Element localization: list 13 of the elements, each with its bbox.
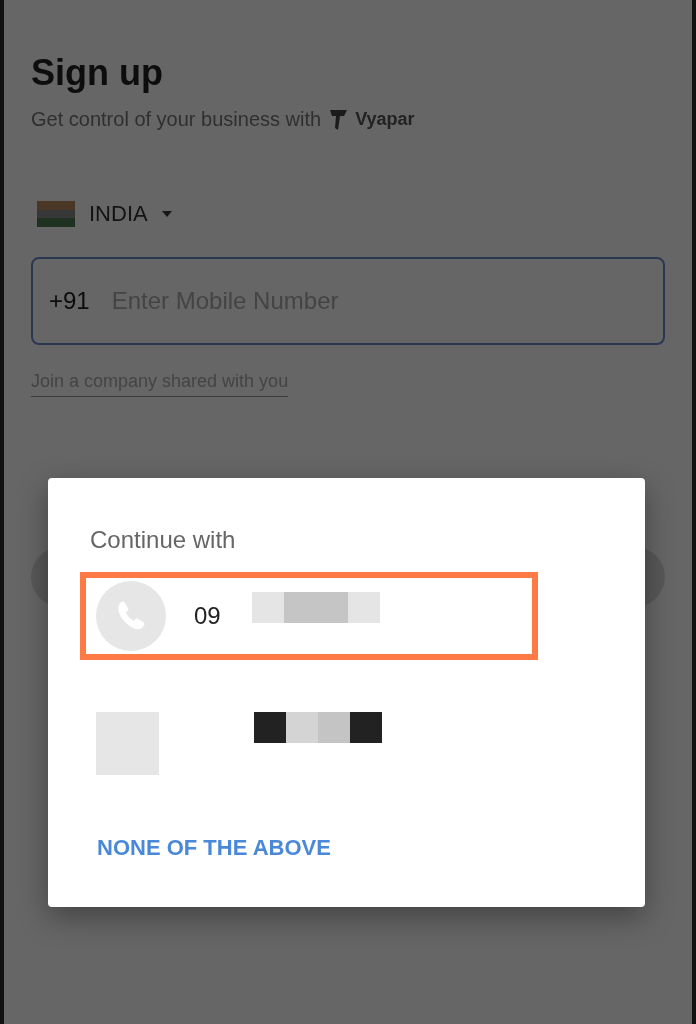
avatar-placeholder xyxy=(96,712,159,775)
brand-name: Vyapar xyxy=(355,109,415,130)
caret-icon xyxy=(161,211,172,217)
phone-number: 09 xyxy=(194,602,222,630)
logo-icon xyxy=(329,108,350,131)
flag-icon xyxy=(37,201,75,227)
dialog-title: Continue with xyxy=(90,526,237,554)
country-selector[interactable]: INDIA xyxy=(37,201,172,227)
account-option[interactable]: 09 xyxy=(80,572,538,660)
page-title: Sign up xyxy=(31,52,164,94)
phone-icon xyxy=(96,581,166,651)
none-of-the-above-button[interactable]: NONE OF THE ABOVE xyxy=(97,835,331,861)
country-code: +91 xyxy=(49,287,90,315)
